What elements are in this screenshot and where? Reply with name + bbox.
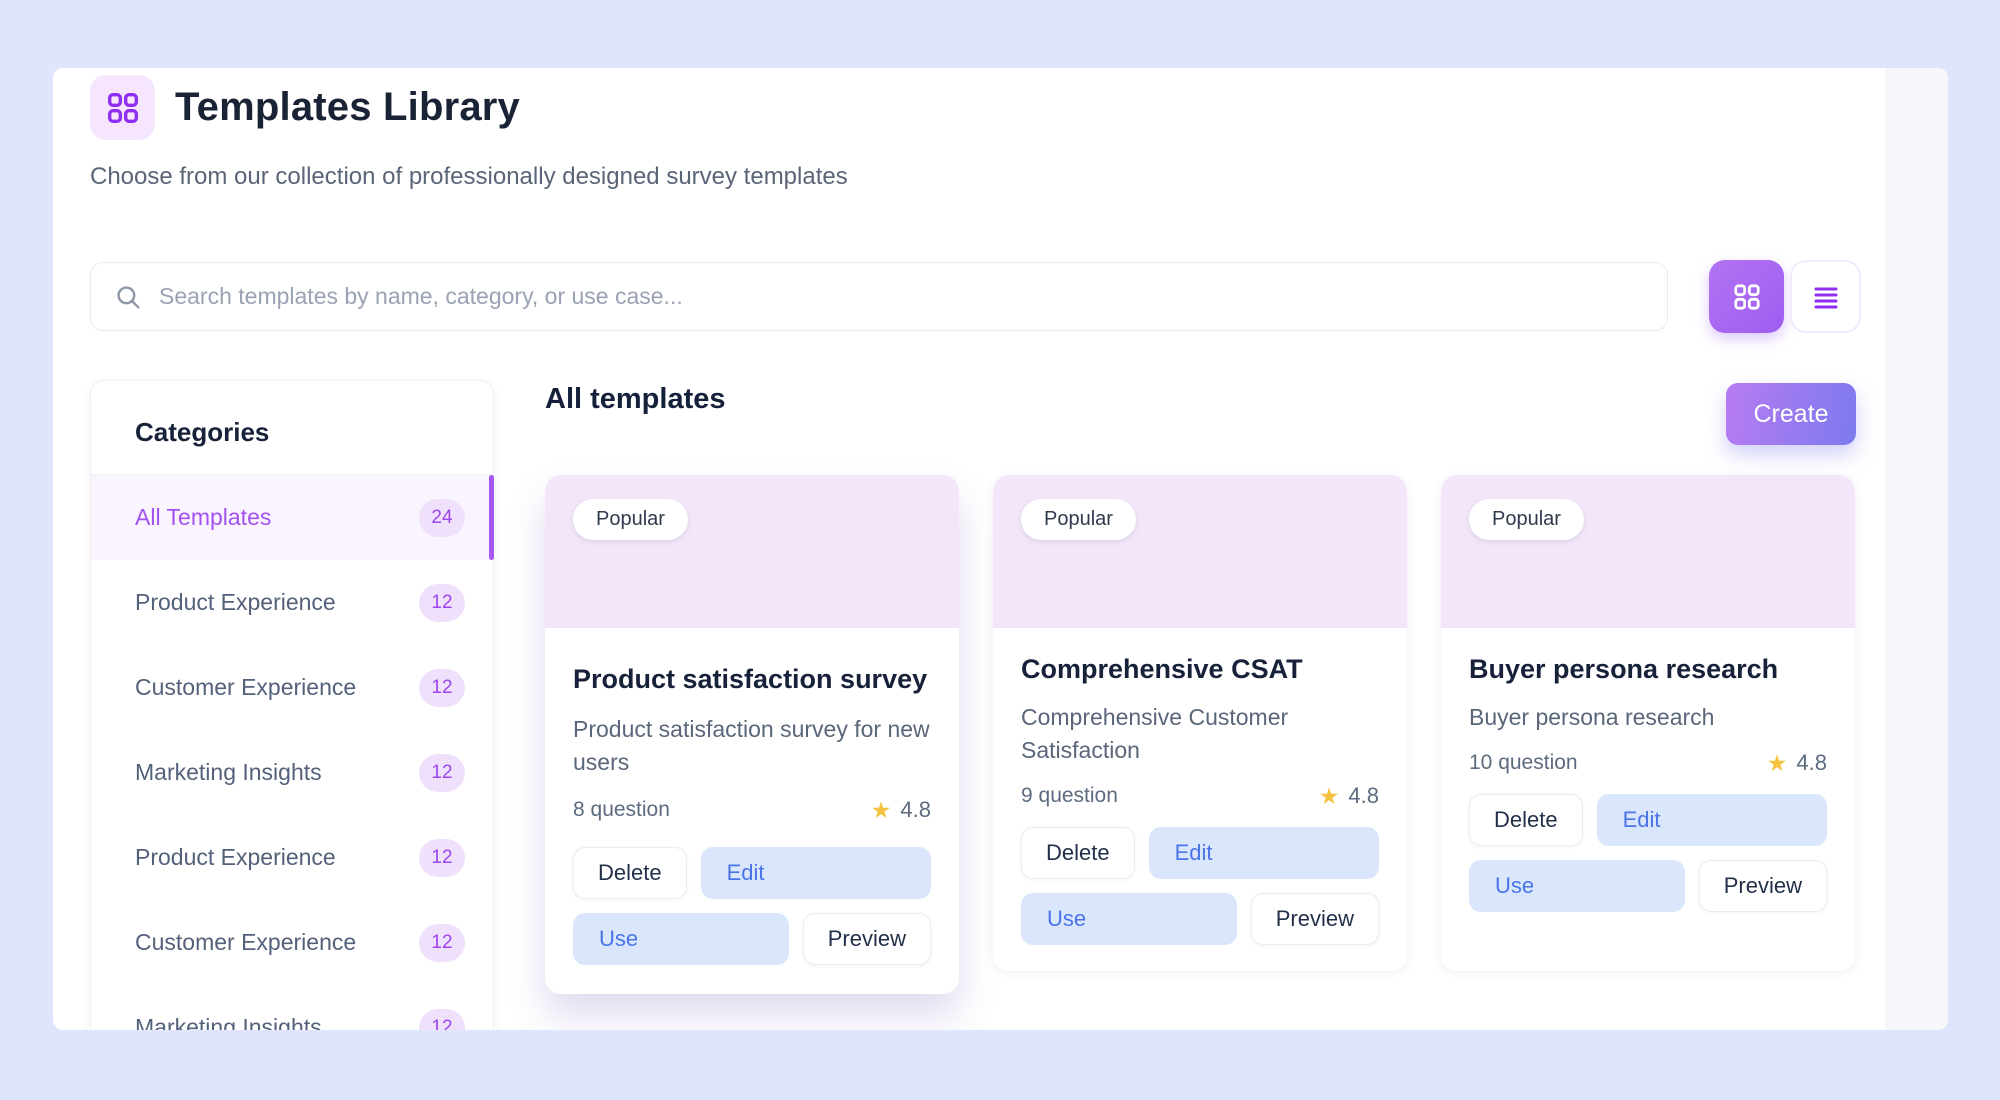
page-title: Templates Library [175, 75, 520, 140]
template-description: Product satisfaction survey for new user… [573, 713, 931, 779]
rating-value: 4.8 [1796, 750, 1827, 776]
list-view-button[interactable] [1790, 260, 1861, 333]
rating: ★ 4.8 [871, 797, 931, 823]
question-count: 8 question [573, 798, 670, 822]
template-meta: 9 question ★ 4.8 [1021, 783, 1379, 809]
template-card: Popular Comprehensive CSAT Comprehensive… [993, 475, 1407, 971]
category-label: Product Experience [135, 844, 336, 871]
template-meta: 10 question ★ 4.8 [1469, 750, 1827, 776]
sidebar-category-item[interactable]: Marketing Insights 12 [91, 985, 493, 1030]
grid-view-icon [1733, 283, 1761, 311]
sidebar-category-item[interactable]: Product Experience 12 [91, 815, 493, 900]
template-card-body: Comprehensive CSAT Comprehensive Custome… [993, 628, 1407, 971]
question-count: 9 question [1021, 784, 1118, 808]
category-label: Product Experience [135, 589, 336, 616]
section-heading: All templates [545, 383, 726, 416]
category-label: Customer Experience [135, 929, 356, 956]
sidebar-category-item[interactable]: Customer Experience 12 [91, 645, 493, 730]
question-count: 10 question [1469, 751, 1578, 775]
rating-value: 4.8 [1348, 783, 1379, 809]
delete-button[interactable]: Delete [573, 847, 687, 899]
rating: ★ 4.8 [1767, 750, 1827, 776]
template-meta: 8 question ★ 4.8 [573, 797, 931, 823]
scrollbar-gutter [1886, 68, 1948, 1030]
edit-button[interactable]: Edit [1597, 794, 1827, 846]
page-subtitle: Choose from our collection of profession… [90, 163, 848, 191]
template-title: Comprehensive CSAT [1021, 654, 1379, 685]
use-button[interactable]: Use [1021, 893, 1237, 945]
use-button[interactable]: Use [1469, 860, 1685, 912]
rating: ★ 4.8 [1319, 783, 1379, 809]
categories-list: All Templates 24 Product Experience 12 C… [91, 475, 493, 1030]
template-card-body: Buyer persona research Buyer persona res… [1441, 628, 1855, 971]
template-actions: Delete Edit Use Preview [573, 847, 931, 965]
template-actions: Delete Edit Use Preview [1469, 794, 1827, 912]
sidebar-category-item[interactable]: All Templates 24 [91, 475, 493, 560]
sidebar-category-item[interactable]: Product Experience 12 [91, 560, 493, 645]
delete-button[interactable]: Delete [1469, 794, 1583, 846]
preview-button[interactable]: Preview [1699, 860, 1827, 912]
template-card-thumbnail: Popular [993, 475, 1407, 628]
templates-library-panel: Templates Library Choose from our collec… [53, 68, 1948, 1030]
template-description: Comprehensive Customer Satisfaction [1021, 701, 1379, 767]
search-icon [115, 284, 141, 310]
template-title: Product satisfaction survey [573, 664, 931, 695]
category-label: Marketing Insights [135, 759, 322, 786]
use-button[interactable]: Use [573, 913, 789, 965]
delete-button[interactable]: Delete [1021, 827, 1135, 879]
category-count-badge: 24 [419, 499, 465, 537]
list-view-icon [1813, 284, 1839, 310]
preview-button[interactable]: Preview [1251, 893, 1379, 945]
category-label: All Templates [135, 504, 271, 531]
edit-button[interactable]: Edit [701, 847, 931, 899]
categories-sidebar: Categories All Templates 24 Product Expe… [90, 380, 494, 1030]
popular-badge: Popular [573, 499, 688, 540]
sidebar-category-item[interactable]: Customer Experience 12 [91, 900, 493, 985]
template-cards-grid: Popular Product satisfaction survey Prod… [545, 475, 1855, 994]
star-icon: ★ [871, 799, 892, 822]
category-count-badge: 12 [419, 839, 465, 877]
category-label: Customer Experience [135, 674, 356, 701]
template-card-body: Product satisfaction survey Product sati… [545, 628, 959, 994]
popular-badge: Popular [1021, 499, 1136, 540]
category-count-badge: 12 [419, 1009, 465, 1031]
template-card-thumbnail: Popular [545, 475, 959, 628]
category-count-badge: 12 [419, 924, 465, 962]
template-description: Buyer persona research [1469, 701, 1827, 734]
categories-title: Categories [91, 381, 493, 475]
category-count-badge: 12 [419, 754, 465, 792]
preview-button[interactable]: Preview [803, 913, 931, 965]
template-card-thumbnail: Popular [1441, 475, 1855, 628]
category-label: Marketing Insights [135, 1014, 322, 1030]
grid-view-button[interactable] [1709, 260, 1784, 333]
grid-logo-icon [107, 92, 139, 124]
create-button[interactable]: Create [1726, 383, 1856, 445]
star-icon: ★ [1767, 752, 1788, 775]
template-card: Popular Buyer persona research Buyer per… [1441, 475, 1855, 971]
sidebar-category-item[interactable]: Marketing Insights 12 [91, 730, 493, 815]
star-icon: ★ [1319, 785, 1340, 808]
template-title: Buyer persona research [1469, 654, 1827, 685]
template-actions: Delete Edit Use Preview [1021, 827, 1379, 945]
category-count-badge: 12 [419, 584, 465, 622]
rating-value: 4.8 [900, 797, 931, 823]
category-count-badge: 12 [419, 669, 465, 707]
app-logo [90, 75, 155, 140]
template-card: Popular Product satisfaction survey Prod… [545, 475, 959, 994]
search-box[interactable] [90, 262, 1668, 331]
popular-badge: Popular [1469, 499, 1584, 540]
edit-button[interactable]: Edit [1149, 827, 1379, 879]
search-input[interactable] [157, 262, 1667, 331]
